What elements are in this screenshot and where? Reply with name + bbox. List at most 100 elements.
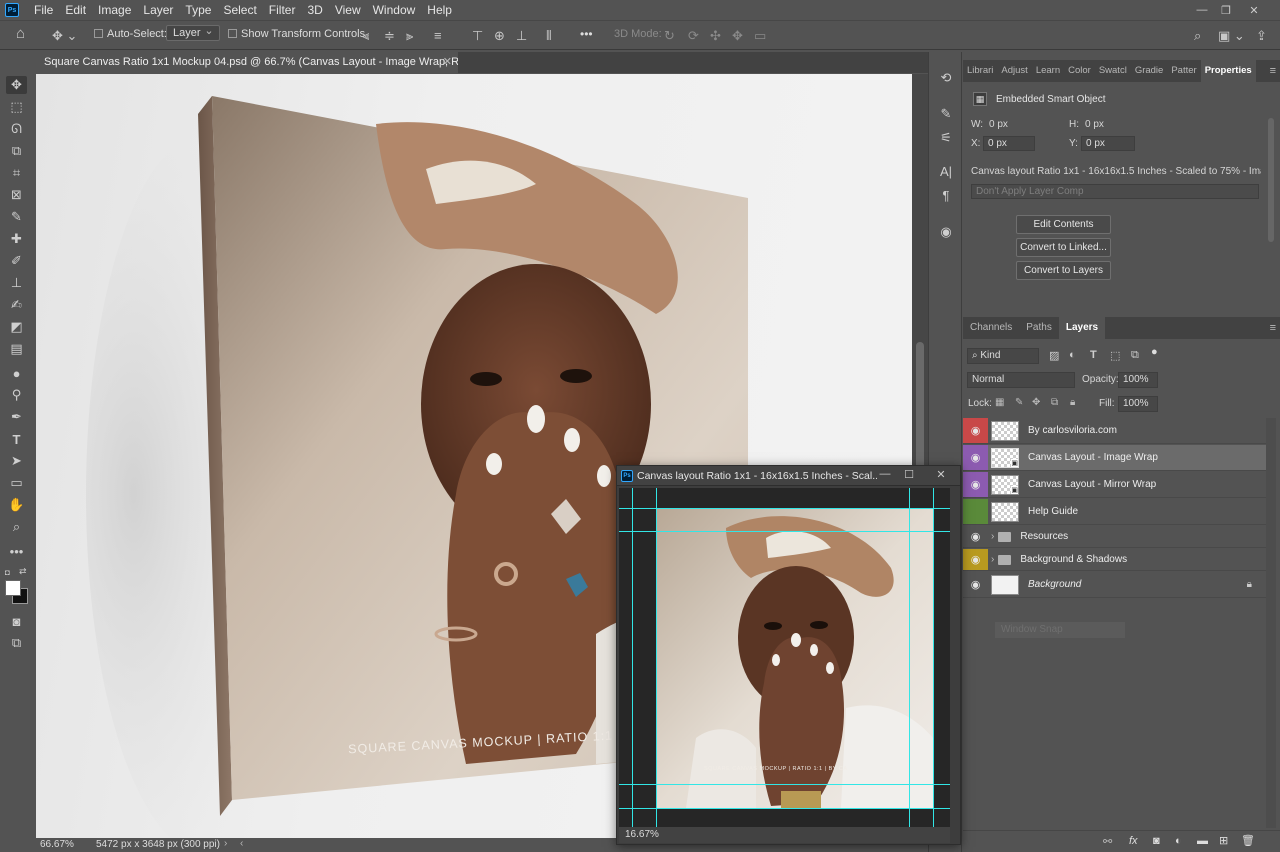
3d-slide-icon[interactable]: ✥ [732,29,743,43]
pen-tool-icon[interactable]: ✒ [6,408,27,426]
menu-help[interactable]: Help [421,0,458,20]
lock-pixels-icon[interactable]: ✎ [1015,397,1023,408]
healing-brush-tool-icon[interactable]: ✚ [6,230,27,248]
align-top-icon[interactable]: ⊤ [472,29,483,43]
expand-chevron-icon[interactable]: › [991,531,994,542]
quick-mask-icon[interactable]: ◙ [6,612,27,630]
guide-line-horizontal[interactable] [619,531,950,532]
smart-object-document-window[interactable]: Ps Canvas layout Ratio 1x1 - 16x16x1.5 I… [616,465,961,845]
foreground-color-swatch[interactable] [5,580,21,596]
visibility-hidden-toggle[interactable] [963,499,988,524]
zoom-tool-icon[interactable]: ⌕ [6,518,27,536]
tab-color[interactable]: Color [1064,60,1095,82]
lasso-tool-icon[interactable]: ᘏ [6,120,27,138]
blur-tool-icon[interactable]: ● [6,364,27,382]
guide-line-horizontal[interactable] [619,508,950,509]
lock-artboard-icon[interactable]: ⧉ [1051,397,1058,408]
visibility-eye-icon[interactable]: ◉ [963,549,988,570]
fill-field[interactable]: 100% [1118,396,1158,412]
guide-line-horizontal[interactable] [619,784,950,785]
glyphs-panel-icon[interactable]: ◉ [937,224,955,240]
menu-filter[interactable]: Filter [263,0,302,20]
path-selection-tool-icon[interactable]: ➤ [6,452,27,470]
panel-menu-icon[interactable]: ≡ [1270,65,1276,77]
guide-line-horizontal[interactable] [619,808,950,809]
window-maximize-icon[interactable]: ☐ [899,468,919,481]
layer-row[interactable]: Help Guide [963,499,1266,525]
menu-3d[interactable]: 3D [301,0,328,20]
lock-transparent-icon[interactable]: ▦ [995,397,1004,408]
convert-to-layers-button[interactable]: Convert to Layers [1016,261,1111,280]
eraser-tool-icon[interactable]: ◩ [6,318,27,336]
convert-to-linked-button[interactable]: Convert to Linked... [1016,238,1111,257]
new-layer-icon[interactable]: ⊞ [1219,834,1228,847]
home-icon[interactable]: ⌂ [16,26,25,41]
properties-scrollbar[interactable] [1268,118,1274,242]
visibility-eye-icon[interactable]: ◉ [963,526,988,547]
menu-layer[interactable]: Layer [137,0,179,20]
3d-roll-icon[interactable]: ⟳ [688,29,699,43]
gradient-tool-icon[interactable]: ▤ [6,340,27,358]
layer-group-row[interactable]: ◉ › Background & Shadows [963,549,1266,571]
status-menu-arrow-icon[interactable]: › [224,838,227,849]
screen-mode-icon[interactable]: ⧉ [6,634,27,652]
marquee-tool-icon[interactable]: ⬚ [6,98,27,116]
layer-lock-icon[interactable]: 🔒︎ [1247,579,1252,590]
tab-adjustments[interactable]: Adjust [997,60,1031,82]
clone-stamp-tool-icon[interactable]: ⊥ [6,274,27,292]
align-right-icon[interactable]: ⫸ [406,29,413,43]
distribute-vertical-icon[interactable]: ⦀ [546,29,552,43]
lock-all-icon[interactable]: 🔒︎ [1070,397,1075,408]
paragraph-panel-icon[interactable]: ¶ [937,188,955,203]
window-close-icon[interactable]: ✕ [931,468,951,481]
lock-position-icon[interactable]: ✥ [1032,397,1040,408]
layer-style-icon[interactable]: fx [1129,835,1138,847]
menu-select[interactable]: Select [217,0,262,20]
window-titlebar[interactable]: Ps Canvas layout Ratio 1x1 - 16x16x1.5 I… [617,466,960,486]
history-brush-tool-icon[interactable]: ✍ [6,296,27,314]
add-mask-icon[interactable]: ◙ [1153,835,1160,847]
object-selection-tool-icon[interactable]: ⧉ [6,142,27,160]
brush-settings-panel-icon[interactable]: ⚟ [937,130,955,146]
type-tool-icon[interactable]: T [6,430,27,448]
filter-type-icon[interactable]: T [1090,349,1097,361]
auto-select-checkbox[interactable]: Auto-Select: [94,28,167,40]
layers-scrollbar[interactable] [1266,418,1276,828]
menu-image[interactable]: Image [92,0,137,20]
layer-row[interactable]: ◉ Background 🔒︎ [963,572,1266,598]
tab-swatches[interactable]: Swatcl [1095,60,1131,82]
window-minimize-icon[interactable]: — [875,468,895,480]
crop-tool-icon[interactable]: ⌗ [6,164,27,182]
filter-toggle-icon[interactable]: ● [1151,346,1158,358]
filter-smart-object-icon[interactable]: ⧉ [1131,349,1139,362]
restore-icon[interactable]: ❐ [1212,0,1240,20]
auto-select-dropdown[interactable]: Layer [166,25,220,41]
layer-comp-dropdown[interactable]: Don't Apply Layer Comp [971,184,1259,199]
filter-adjustment-icon[interactable]: ◐ [1069,349,1076,361]
layer-row[interactable]: ◉ ▣ Canvas Layout - Mirror Wrap [963,472,1266,498]
search-icon[interactable]: ⌕ [1194,29,1201,43]
y-field[interactable]: 0 px [1081,136,1135,151]
opacity-field[interactable]: 100% [1118,372,1158,388]
tab-gradients[interactable]: Gradie [1131,60,1168,82]
layers-panel-menu-icon[interactable]: ≡ [1270,322,1276,334]
edit-contents-button[interactable]: Edit Contents [1016,215,1111,234]
3d-orbit-icon[interactable]: ↻ [664,29,675,43]
dodge-tool-icon[interactable]: ⚲ [6,386,27,404]
delete-layer-icon[interactable]: 🗑︎ [1241,834,1255,847]
tab-channels[interactable]: Channels [963,317,1019,339]
blend-mode-dropdown[interactable]: Normal [967,372,1075,388]
zoom-level[interactable]: 66.67% [40,839,74,850]
layer-row[interactable]: ◉ ▣ Canvas Layout - Image Wrap [963,445,1266,471]
visibility-eye-icon[interactable]: ◉ [963,472,988,497]
document-tab[interactable]: Square Canvas Ratio 1x1 Mockup 04.psd @ … [36,52,495,73]
3d-camera-icon[interactable]: ▭ [754,29,766,43]
brush-tool-icon[interactable]: ✐ [6,252,27,270]
brushes-panel-icon[interactable]: ✎ [937,106,955,122]
hand-tool-icon[interactable]: ✋ [6,496,27,514]
new-group-icon[interactable]: ▬ [1197,835,1208,847]
window-zoom-level[interactable]: 16.67% [625,829,659,840]
history-panel-icon[interactable]: ⟲ [937,70,955,86]
rectangle-tool-icon[interactable]: ▭ [6,474,27,492]
swap-colors-icon[interactable]: ⇄ [19,566,27,577]
